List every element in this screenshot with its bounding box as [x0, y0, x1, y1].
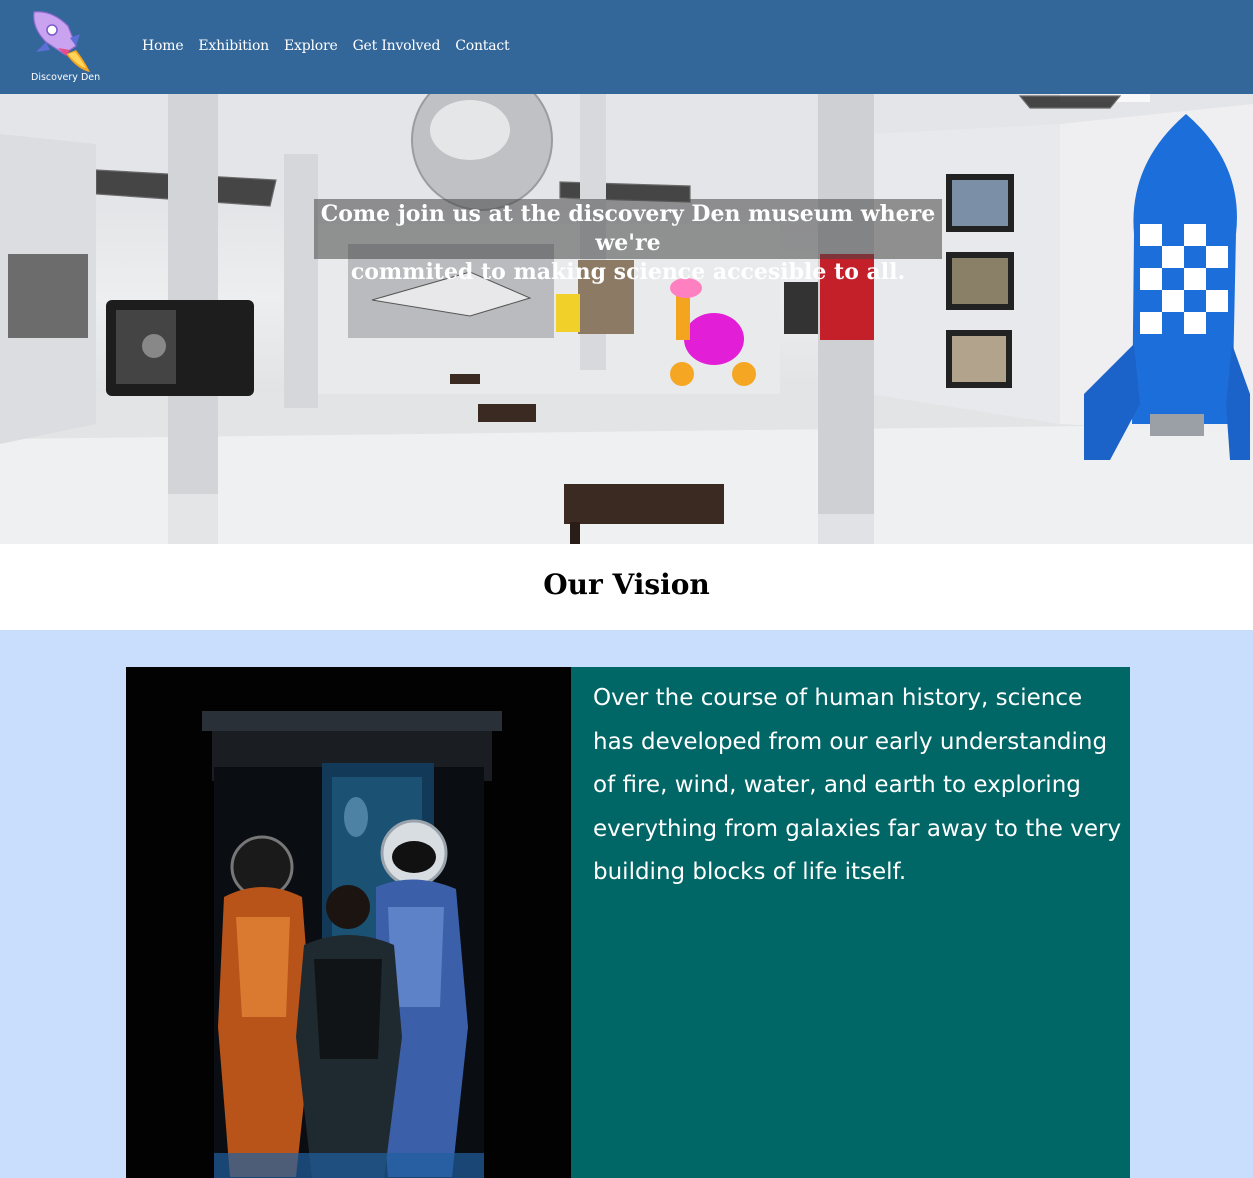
main-nav: Home Exhibition Explore Get Involved Con… — [142, 38, 524, 54]
logo[interactable]: Discovery Den — [28, 8, 100, 86]
vision-section: Over the course of human history, scienc… — [0, 630, 1253, 1178]
nav-exhibition[interactable]: Exhibition — [198, 38, 269, 54]
site-header: Discovery Den Home Exhibition Explore Ge… — [0, 0, 1253, 94]
hero-museum-image — [0, 94, 1253, 544]
vision-title: Our Vision — [543, 568, 710, 601]
astronaut-exhibit-photo — [126, 667, 571, 1178]
vision-text-box: Over the course of human history, scienc… — [571, 667, 1130, 1178]
nav-contact[interactable]: Contact — [455, 38, 509, 54]
nav-explore[interactable]: Explore — [284, 38, 338, 54]
hero-caption: Come join us at the discovery Den museum… — [314, 199, 942, 285]
hero-caption-line-1: Come join us at the discovery Den museum… — [320, 201, 936, 256]
rocket-logo-icon — [33, 11, 90, 72]
nav-home[interactable]: Home — [142, 38, 184, 54]
logo-text: Discovery Den — [31, 72, 101, 83]
astronaut-exhibit-image — [126, 667, 571, 1178]
nav-get-involved[interactable]: Get Involved — [353, 38, 441, 54]
vision-paragraph: Over the course of human history, scienc… — [593, 685, 1122, 885]
vision-heading-section: Our Vision — [0, 544, 1253, 630]
hero-caption-line-2: commited to making science accesible to … — [350, 259, 906, 285]
hero-banner: Come join us at the discovery Den museum… — [0, 94, 1253, 544]
